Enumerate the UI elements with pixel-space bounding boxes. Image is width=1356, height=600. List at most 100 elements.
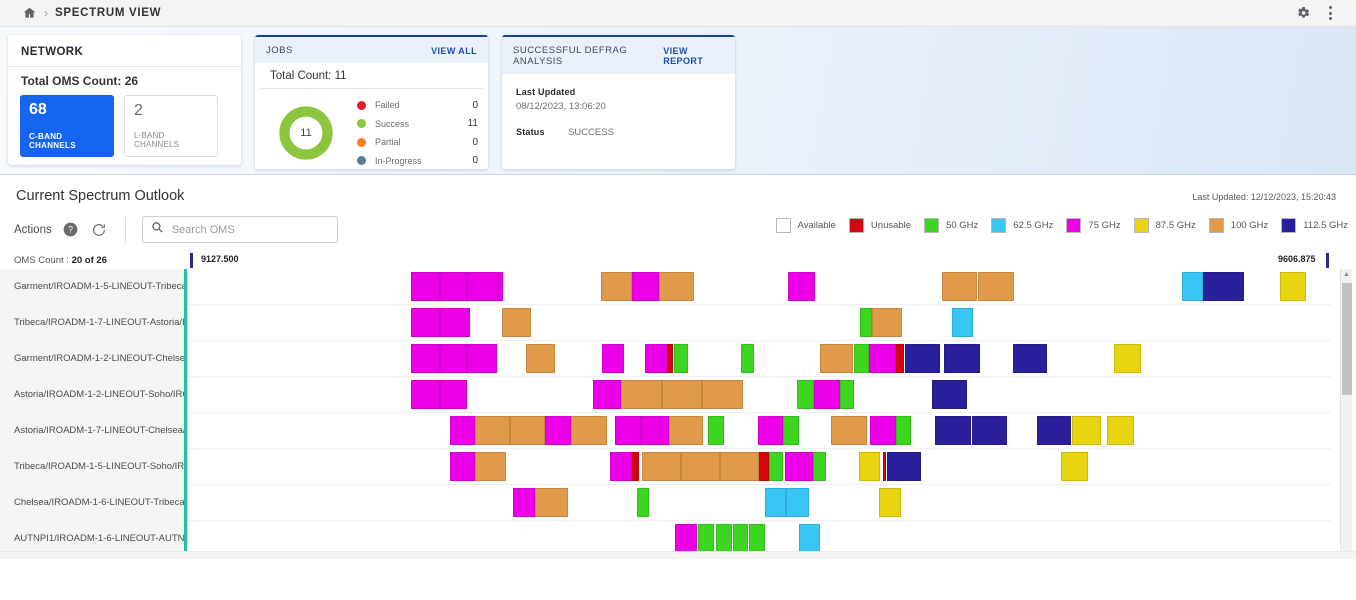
spectrum-block[interactable] xyxy=(475,452,507,481)
spectrum-block[interactable] xyxy=(668,416,703,445)
spectrum-block[interactable] xyxy=(732,524,748,553)
spectrum-block[interactable] xyxy=(905,344,940,373)
spectrum-block[interactable] xyxy=(853,344,869,373)
spectrum-block[interactable] xyxy=(799,524,820,553)
spectrum-block[interactable] xyxy=(759,452,770,481)
spectrum-block[interactable] xyxy=(439,308,470,337)
spectrum-row-track[interactable] xyxy=(187,269,1331,305)
spectrum-block[interactable] xyxy=(1072,416,1102,445)
spectrum-block[interactable] xyxy=(879,488,901,517)
spectrum-block[interactable] xyxy=(971,416,1008,445)
spectrum-row-track[interactable] xyxy=(187,377,1331,413)
spectrum-block[interactable] xyxy=(935,416,971,445)
spectrum-block[interactable] xyxy=(411,308,440,337)
spectrum-block[interactable] xyxy=(439,344,468,373)
spectrum-block[interactable] xyxy=(675,524,698,553)
spectrum-row[interactable]: Tribeca/IROADM-1-5-LINEOUT-Soho/IROA... xyxy=(0,449,1356,485)
home-icon[interactable] xyxy=(10,6,37,20)
spectrum-block[interactable] xyxy=(952,308,973,337)
scrollbar-thumb[interactable] xyxy=(1342,283,1352,395)
legend-item-75ghz[interactable]: 75 GHz xyxy=(1066,218,1121,233)
spectrum-block[interactable] xyxy=(467,272,499,301)
spectrum-block[interactable] xyxy=(411,272,440,301)
spectrum-block[interactable] xyxy=(977,272,1015,301)
spectrum-row[interactable]: Chelsea/IROADM-1-6-LINEOUT-Tribeca/IRO..… xyxy=(0,485,1356,521)
spectrum-block[interactable] xyxy=(887,452,922,481)
spectrum-block[interactable] xyxy=(859,308,873,337)
spectrum-row[interactable]: Astoria/IROADM-1-2-LINEOUT-Soho/IROA... xyxy=(0,377,1356,413)
spectrum-block[interactable] xyxy=(869,416,897,445)
spectrum-block[interactable] xyxy=(1182,272,1203,301)
gear-icon[interactable] xyxy=(1295,5,1311,21)
help-circle-icon[interactable]: ? xyxy=(52,222,78,237)
spectrum-block[interactable] xyxy=(1202,272,1245,301)
spectrum-block[interactable] xyxy=(513,488,535,517)
spectrum-block[interactable] xyxy=(872,308,902,337)
tile-c-band-channels[interactable]: 68 C-BAND CHANNELS xyxy=(20,95,114,157)
spectrum-block[interactable] xyxy=(942,272,978,301)
legend-item-unusable[interactable]: Unusable xyxy=(848,218,911,233)
spectrum-block[interactable] xyxy=(698,524,715,553)
spectrum-row-track[interactable] xyxy=(187,413,1331,449)
spectrum-block[interactable] xyxy=(475,416,510,445)
spectrum-block[interactable] xyxy=(545,416,572,445)
spectrum-row[interactable]: Garment/IROADM-1-5-LINEOUT-Tribeca/IR... xyxy=(0,269,1356,305)
spectrum-block[interactable] xyxy=(868,344,897,373)
spectrum-block[interactable] xyxy=(498,272,503,301)
spectrum-block[interactable] xyxy=(620,380,662,409)
spectrum-block[interactable] xyxy=(931,380,968,409)
spectrum-block[interactable] xyxy=(896,416,912,445)
spectrum-block[interactable] xyxy=(610,452,632,481)
spectrum-block[interactable] xyxy=(659,272,694,301)
spectrum-row[interactable]: Tribeca/IROADM-1-7-LINEOUT-Astoria/IRO..… xyxy=(0,305,1356,341)
jobs-view-all-link[interactable]: VIEW ALL xyxy=(431,46,477,56)
spectrum-block[interactable] xyxy=(450,416,476,445)
search-oms-box[interactable] xyxy=(141,216,338,243)
spectrum-block[interactable] xyxy=(602,344,624,373)
spectrum-block[interactable] xyxy=(667,344,674,373)
spectrum-row-track[interactable] xyxy=(187,305,1331,341)
spectrum-block[interactable] xyxy=(681,452,721,481)
spectrum-block[interactable] xyxy=(601,272,632,301)
spectrum-block[interactable] xyxy=(450,452,476,481)
spectrum-block[interactable] xyxy=(769,452,783,481)
spectrum-row-track[interactable] xyxy=(187,449,1331,485)
spectrum-row-track[interactable] xyxy=(187,341,1331,377)
spectrum-block[interactable] xyxy=(1061,452,1089,481)
spectrum-block[interactable] xyxy=(812,452,827,481)
spectrum-block[interactable] xyxy=(787,272,816,301)
search-input[interactable] xyxy=(171,223,329,236)
spectrum-block[interactable] xyxy=(636,488,650,517)
spectrum-block[interactable] xyxy=(641,416,669,445)
spectrum-block[interactable] xyxy=(701,380,743,409)
spectrum-block[interactable] xyxy=(467,344,497,373)
spectrum-block[interactable] xyxy=(944,344,980,373)
spectrum-block[interactable] xyxy=(632,452,639,481)
spectrum-block[interactable] xyxy=(674,344,689,373)
spectrum-block[interactable] xyxy=(593,380,621,409)
spectrum-block[interactable] xyxy=(858,452,881,481)
spectrum-block[interactable] xyxy=(715,524,732,553)
more-vertical-icon[interactable] xyxy=(1325,4,1336,22)
tile-l-band-channels[interactable]: 2 L-BAND CHANNELS xyxy=(124,95,218,157)
legend-item-112-5ghz[interactable]: 112.5 GHz xyxy=(1281,218,1348,233)
spectrum-block[interactable] xyxy=(796,380,814,409)
spectrum-block[interactable] xyxy=(707,416,724,445)
spectrum-block[interactable] xyxy=(786,488,810,517)
spectrum-block[interactable] xyxy=(1113,344,1142,373)
spectrum-row-track[interactable] xyxy=(187,485,1331,521)
refresh-icon[interactable] xyxy=(78,222,107,238)
spectrum-block[interactable] xyxy=(509,416,546,445)
legend-item-62-5ghz[interactable]: 62.5 GHz xyxy=(991,218,1053,233)
spectrum-block[interactable] xyxy=(534,488,568,517)
spectrum-block[interactable] xyxy=(757,416,783,445)
legend-item-87-5ghz[interactable]: 87.5 GHz xyxy=(1133,218,1196,233)
spectrum-block[interactable] xyxy=(501,308,532,337)
defrag-view-report-link[interactable]: VIEW REPORT xyxy=(663,46,724,66)
spectrum-block[interactable] xyxy=(764,488,787,517)
spectrum-block[interactable] xyxy=(896,344,905,373)
spectrum-block[interactable] xyxy=(813,380,841,409)
spectrum-block[interactable] xyxy=(632,272,660,301)
spectrum-block[interactable] xyxy=(720,452,759,481)
spectrum-block[interactable] xyxy=(748,524,765,553)
